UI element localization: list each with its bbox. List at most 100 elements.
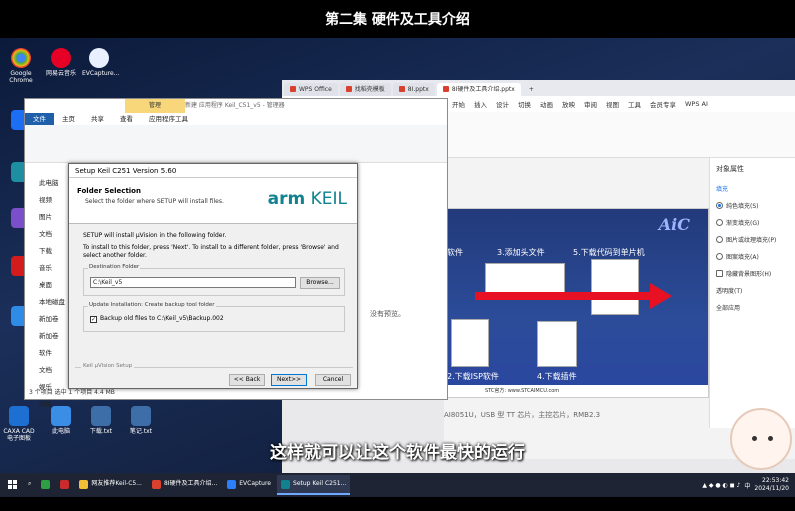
desktop-icon-netease-music[interactable]: 网易云音乐 (44, 48, 78, 77)
slide-screenshot (591, 259, 639, 315)
explorer-ribbon (25, 125, 447, 163)
wps-menu-view[interactable]: 视图 (606, 99, 619, 109)
slide-screenshot (537, 321, 577, 367)
taskbar-app-keil-setup[interactable]: Setup Keil C251... (277, 475, 351, 495)
pane-title: 对象属性 (716, 165, 744, 173)
wps-menu-insert[interactable]: 插入 (474, 99, 487, 109)
tray-icons[interactable]: ▲ ◆ ● ◐ ◼ ♪ (702, 482, 740, 489)
wps-menu-animation[interactable]: 动画 (540, 99, 553, 109)
search-button[interactable]: ⌕ (24, 475, 35, 495)
slide-logo: AiC (658, 215, 690, 234)
wps-menu-home[interactable]: 开始 (452, 99, 465, 109)
computer-icon (51, 406, 71, 426)
app-icon (41, 479, 51, 489)
capture-icon (89, 48, 109, 68)
wps-menu-review[interactable]: 审阅 (584, 99, 597, 109)
explorer-tab-home[interactable]: 主页 (54, 113, 83, 125)
capture-icon (227, 479, 237, 489)
apply-all-button[interactable]: 全部应用 (716, 303, 789, 312)
wps-tab-label: 8I硬件及工具介绍.pptx (451, 86, 515, 93)
mascot-eye (752, 436, 757, 441)
backup-checkbox[interactable]: ✓ (90, 316, 97, 323)
mascot-eye (768, 436, 773, 441)
text-file-icon (91, 406, 111, 426)
hide-background-checkbox[interactable]: 隐藏背景图形(H) (716, 269, 789, 278)
fill-option-picture[interactable]: 图片或纹理填充(P) (716, 235, 789, 244)
template-icon (345, 86, 352, 92)
next-button[interactable]: Next>> (271, 374, 307, 386)
destination-folder-input[interactable]: C:\Keil_v5 (90, 277, 296, 288)
wps-menu-ai[interactable]: WPS AI (685, 100, 708, 108)
clock-time: 22:53:42 (762, 477, 789, 484)
pptx-icon (442, 86, 449, 92)
taskbar-pinned-app[interactable] (37, 475, 54, 495)
wps-menu-design[interactable]: 设计 (496, 99, 509, 109)
desktop: Google Chrome 网易云音乐 EVCapture... CAXA CA… (0, 38, 795, 473)
back-button[interactable]: << Back (229, 374, 265, 386)
wps-tab-hardware-tools[interactable]: 8I硬件及工具介绍.pptx (436, 83, 521, 96)
desktop-icon-chrome[interactable]: Google Chrome (4, 48, 38, 84)
transparency-label: 透明度(T) (716, 288, 743, 295)
taskbar-app-label: 网友推荐Keil-C5... (91, 480, 142, 487)
taskbar-pinned-app[interactable] (56, 475, 73, 495)
folder-icon (79, 479, 89, 489)
slide-step-label: 4.下载插件 (537, 372, 577, 381)
apply-all-label: 全部应用 (716, 305, 741, 312)
desktop-icon-label: 笔记.txt (129, 428, 153, 435)
fill-option-label: 图案填充(A) (726, 254, 759, 261)
wps-new-tab-button[interactable]: + (523, 83, 540, 96)
wps-menu-member[interactable]: 会员专享 (650, 99, 676, 109)
nav-item[interactable]: 网络 (39, 398, 81, 408)
search-icon: ⌕ (28, 480, 32, 487)
explorer-tab-share[interactable]: 共享 (83, 113, 112, 125)
chrome-icon (11, 48, 31, 68)
explorer-context-tab[interactable]: 管理 (125, 99, 185, 113)
explorer-tab-view[interactable]: 查看 (112, 113, 141, 125)
start-button[interactable] (2, 475, 22, 495)
setup-line-2: To install to this folder, press 'Next'.… (83, 244, 339, 259)
setup-footer-label: Keil µVision Setup (81, 363, 135, 369)
desktop-icon-download-txt[interactable]: 下载.txt (84, 406, 118, 435)
taskbar-app-evcapture[interactable]: EVCapture (223, 475, 275, 495)
caxa-icon (9, 406, 29, 426)
taskbar: ⌕ 网友推荐Keil-C5... 8I硬件及工具介绍... EVCapture … (0, 473, 795, 497)
taskbar-app-wps[interactable]: 8I硬件及工具介绍... (148, 475, 221, 495)
slide-notes[interactable]: AI8051U，USB 型 TT 芯片，主控芯片，RMB2.3 (444, 410, 709, 420)
browse-button[interactable]: Browse... (300, 277, 340, 289)
fill-option-label: 纯色填充(S) (726, 203, 759, 210)
fill-option-pattern[interactable]: 图案填充(A) (716, 252, 789, 261)
taskbar-app-explorer[interactable]: 网友推荐Keil-C5... (75, 475, 146, 495)
taskbar-app-label: 8I硬件及工具介绍... (163, 480, 218, 487)
fill-option-gradient[interactable]: 渐变填充(G) (716, 218, 789, 227)
clock[interactable]: 22:53:42 2024/11/20 (754, 477, 789, 493)
wps-tab-templates[interactable]: 找稻壳模板 (339, 83, 391, 96)
wps-menu-transition[interactable]: 切换 (518, 99, 531, 109)
desktop-icon-caxa[interactable]: CAXA CAD 电子图板 (2, 406, 36, 442)
explorer-tab-file[interactable]: 文件 (25, 113, 54, 125)
fill-option-solid[interactable]: 纯色填充(S) (716, 201, 789, 210)
app-icon (60, 479, 70, 489)
slide-canvas[interactable]: AiC 软件 3.添加头文件 5.下载代码到单片机 2.下载ISP软件 4.下载… (444, 208, 709, 398)
music-icon (51, 48, 71, 68)
desktop-icon-label: 网易云音乐 (45, 70, 76, 77)
wps-tab-8i[interactable]: 8I.pptx (392, 83, 435, 96)
desktop-icon-label: 下载.txt (89, 428, 113, 435)
wps-menu-tools[interactable]: 工具 (628, 99, 641, 109)
input-language[interactable]: 中 (744, 481, 750, 490)
mascot-sticker (730, 408, 792, 470)
explorer-title-bar: 管理 新建 应用程序 Keil_C51_v5 - 管理器 (25, 99, 447, 113)
checkbox-label: 隐藏背景图形(H) (726, 271, 772, 278)
desktop-icon-label: EVCapture... (82, 70, 120, 77)
desktop-icon-notes-txt[interactable]: 笔记.txt (124, 406, 158, 435)
wps-menu-slideshow[interactable]: 放映 (562, 99, 575, 109)
explorer-tab-app-tools[interactable]: 应用程序工具 (141, 113, 196, 125)
desktop-icon-evcapture[interactable]: EVCapture... (82, 48, 120, 77)
update-installation-label: Update Installation: Create backup tool … (88, 302, 216, 308)
desktop-icon-this-pc[interactable]: 此电脑 (44, 406, 78, 435)
transparency-row[interactable]: 透明度(T) (716, 286, 789, 295)
destination-folder-group: Destination Folder C:\Keil_v5 Browse... (83, 264, 345, 296)
wps-tab-label: WPS Office (299, 86, 332, 93)
wps-tab-home[interactable]: WPS Office (284, 83, 338, 96)
cancel-button[interactable]: Cancel (315, 374, 351, 386)
radio-icon (716, 219, 723, 226)
